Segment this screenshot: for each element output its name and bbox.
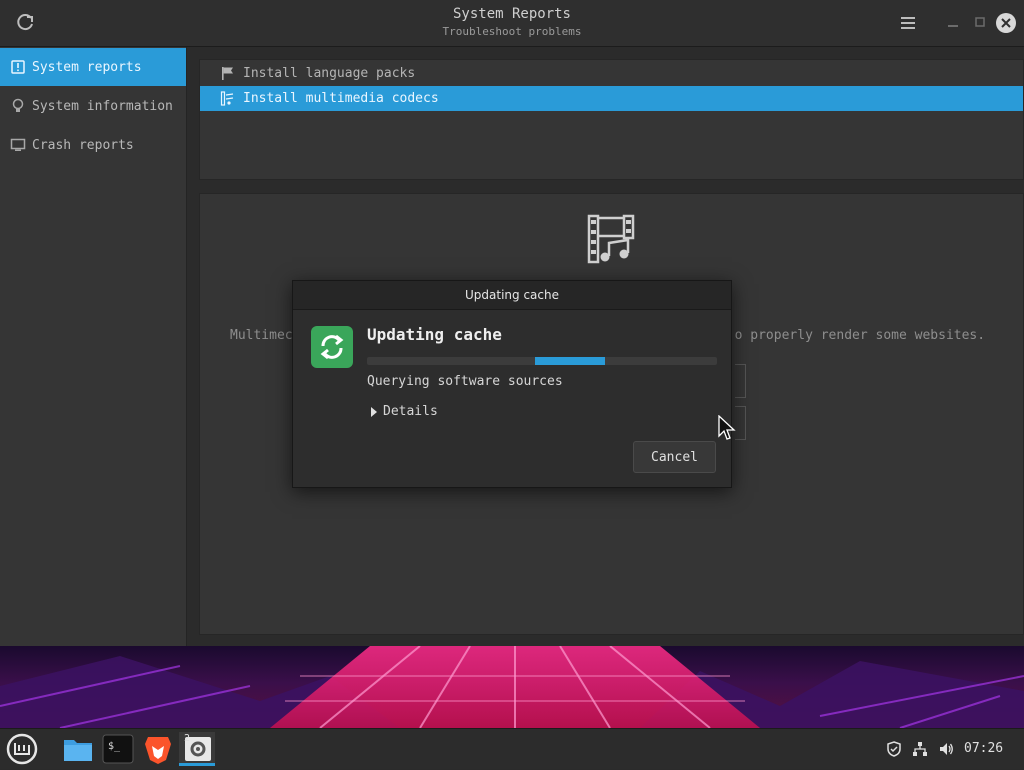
taskbar-clock[interactable]: 07:26 <box>964 741 1003 756</box>
svg-text:$_: $_ <box>108 741 121 752</box>
sidebar-item-label: System information <box>32 98 173 114</box>
lightbulb-icon <box>12 98 24 112</box>
taskbar: $_ 2 07:26 <box>0 728 1024 769</box>
dialog-app-badge <box>311 326 353 368</box>
dialog-status: Querying software sources <box>367 374 563 389</box>
files-icon <box>64 740 92 761</box>
maximize-icon[interactable] <box>972 14 988 30</box>
volume-icon[interactable] <box>938 741 954 757</box>
detail-description-end: o properly render some websites. <box>734 328 986 343</box>
window-subtitle: Troubleshoot problems <box>442 25 582 38</box>
mint-menu-icon <box>6 733 38 765</box>
workspace-badge: 2 <box>184 733 191 744</box>
start-menu-button[interactable] <box>4 732 40 766</box>
taskbar-files-button[interactable] <box>60 732 96 766</box>
minimize-icon[interactable] <box>945 14 961 30</box>
taskbar-system-reports-button[interactable]: 2 <box>179 732 215 766</box>
sidebar-item-system-reports[interactable]: System reports <box>0 48 186 86</box>
sidebar-item-crash-reports[interactable]: Crash reports <box>0 126 186 164</box>
dialog-title: Updating cache <box>293 281 731 310</box>
detail-button-edge <box>735 406 746 440</box>
sidebar-item-label: System reports <box>32 59 142 75</box>
progress-bar-fill <box>535 357 605 365</box>
network-icon[interactable] <box>912 741 928 757</box>
synthwave-grid-image <box>0 646 1024 728</box>
list-item-multimedia-codecs[interactable]: Install multimedia codecs <box>200 86 1023 111</box>
codec-icon <box>220 91 234 106</box>
detail-description-start: Multimec <box>230 328 293 343</box>
hamburger-menu-icon[interactable] <box>898 13 918 33</box>
cancel-button[interactable]: Cancel <box>633 441 716 473</box>
sync-icon <box>320 334 344 360</box>
list-item-label: Install language packs <box>243 66 416 81</box>
detail-button-edge <box>735 364 746 398</box>
window-titlebar: System Reports Troubleshoot problems <box>0 0 1024 47</box>
flag-icon <box>222 67 233 80</box>
window-title: System Reports <box>452 6 571 22</box>
details-expander[interactable]: Details <box>371 404 438 419</box>
sidebar-item-system-information[interactable]: System information <box>0 87 186 125</box>
brave-browser-icon <box>145 737 171 764</box>
taskbar-terminal-button[interactable]: $_ <box>100 732 136 766</box>
expander-arrow-icon <box>371 406 377 417</box>
report-icon <box>11 60 25 74</box>
list-item-language-packs[interactable]: Install language packs <box>200 61 1023 86</box>
monitor-icon <box>10 138 26 151</box>
dialog-heading: Updating cache <box>367 325 502 344</box>
reports-list: Install language packs Install multimedi… <box>199 59 1024 180</box>
shield-icon[interactable] <box>886 741 902 757</box>
progress-bar <box>367 357 717 365</box>
mouse-pointer-icon <box>718 415 736 440</box>
sidebar: System reports System information Crash … <box>0 47 187 646</box>
close-icon <box>1001 18 1011 28</box>
details-label: Details <box>383 404 438 419</box>
desktop-wallpaper <box>0 646 1024 728</box>
updating-cache-dialog: Updating cache Updating cache Querying s… <box>292 280 732 488</box>
terminal-icon: $_ <box>102 734 134 764</box>
list-item-label: Install multimedia codecs <box>243 91 439 106</box>
multimedia-codec-icon <box>587 214 635 264</box>
taskbar-brave-button[interactable] <box>140 732 176 766</box>
sidebar-item-label: Crash reports <box>32 137 134 153</box>
close-button[interactable] <box>996 13 1016 33</box>
